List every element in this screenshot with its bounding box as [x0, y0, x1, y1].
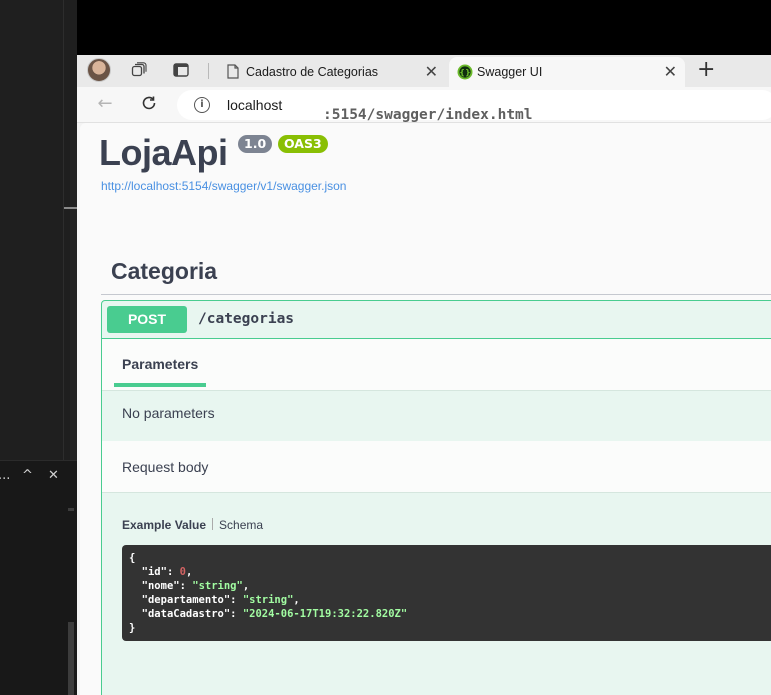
spec-link[interactable]: http://localhost:5154/swagger/v1/swagger…: [101, 179, 346, 193]
tab-label: Swagger UI: [477, 65, 543, 79]
tab-parameters[interactable]: Parameters: [122, 356, 198, 372]
example-departamento: "string": [242, 594, 294, 606]
browser-window: Cadastro de Categorias ✕ {} Swagger UI ✕…: [77, 55, 771, 695]
version-badge: 1.0: [238, 135, 273, 153]
example-nome: "string": [192, 580, 243, 592]
active-tab-underline: [114, 383, 206, 387]
editor-divider: [63, 0, 64, 460]
refresh-icon[interactable]: [139, 94, 159, 114]
method-badge: POST: [107, 306, 187, 333]
tab-strip: Cadastro de Categorias ✕ {} Swagger UI ✕…: [77, 55, 771, 87]
new-tab-icon[interactable]: +: [697, 57, 715, 82]
url-text: localhost :5154/swagger/index.html: [227, 97, 533, 123]
svg-text:{}: {}: [459, 68, 470, 77]
example-code-block: { "id": 0, "nome": "string", "departamen…: [122, 545, 771, 641]
operation-summary[interactable]: POST /categorias: [102, 301, 771, 339]
api-title: LojaApi: [99, 132, 228, 173]
profile-avatar[interactable]: [87, 58, 111, 82]
parameters-header: Parameters: [102, 339, 771, 391]
swagger-favicon: {}: [457, 64, 473, 80]
oas-badge: OAS3: [278, 135, 328, 153]
back-icon[interactable]: ←: [95, 94, 115, 114]
tab-swagger[interactable]: {} Swagger UI ✕: [449, 57, 685, 87]
tab-example-value[interactable]: Example Value: [122, 518, 206, 532]
tab-label: Cadastro de Categorias: [246, 65, 379, 79]
request-body-title: Request body: [122, 459, 209, 475]
close-icon[interactable]: ✕: [664, 62, 677, 81]
more-actions-icon[interactable]: ...: [0, 468, 10, 483]
editor-marker: [64, 207, 77, 209]
maximize-panel-icon[interactable]: ^: [22, 468, 33, 483]
info-icon[interactable]: i: [194, 97, 210, 113]
close-panel-icon[interactable]: ✕: [48, 468, 59, 483]
example-tabs: Example Value Schema: [122, 518, 263, 532]
panel-controls: ... ^ ✕: [0, 468, 77, 488]
tab-separator: [208, 63, 209, 79]
workspaces-icon[interactable]: [130, 61, 148, 79]
close-icon[interactable]: ✕: [425, 62, 438, 81]
editor-pane: [0, 0, 77, 695]
section-title[interactable]: Categoria: [111, 258, 217, 285]
url-input[interactable]: i localhost :5154/swagger/index.html: [177, 90, 771, 123]
url-path: :5154/swagger/index.html: [323, 107, 533, 123]
url-host: localhost: [227, 97, 283, 113]
address-bar: ← i localhost :5154/swagger/index.html: [77, 87, 771, 123]
tab-cadastro[interactable]: Cadastro de Categorias ✕: [218, 57, 446, 87]
no-parameters-text: No parameters: [122, 405, 215, 421]
tab-schema[interactable]: Schema: [219, 518, 263, 532]
section-divider: [101, 294, 771, 295]
swagger-page: LojaApi 1.0 OAS3 http://localhost:5154/s…: [80, 123, 771, 695]
tab-divider: [212, 518, 214, 530]
tab-actions-icon[interactable]: [172, 61, 190, 79]
operation-block: POST /categorias Parameters No parameter…: [101, 300, 771, 695]
page-icon: [226, 64, 240, 79]
panel-scrollbar[interactable]: [68, 622, 74, 695]
request-body-header: Request body: [102, 441, 771, 493]
example-dataCadastro: "2024-06-17T19:32:22.820Z": [242, 608, 408, 620]
operation-path: /categorias: [198, 311, 295, 327]
panel-scroll-marker: [68, 508, 74, 511]
example-id: 0: [179, 566, 186, 578]
terminal-panel: [0, 460, 77, 695]
